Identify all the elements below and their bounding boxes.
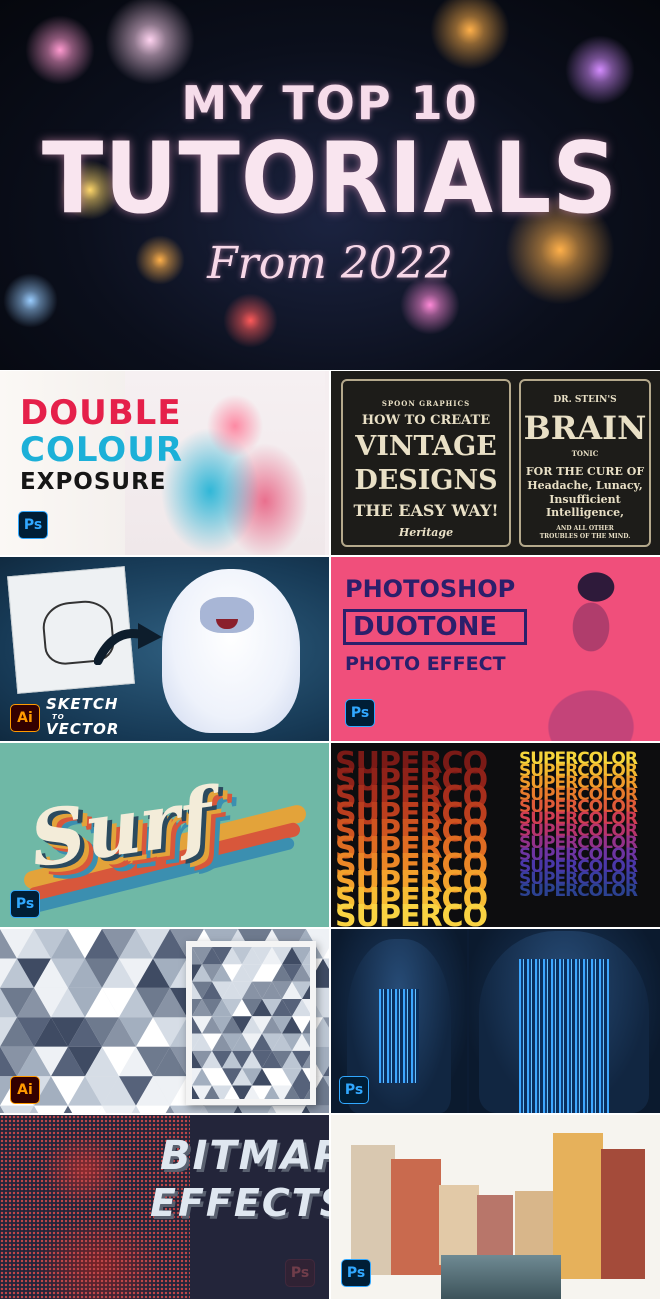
triangle-tile bbox=[170, 1105, 204, 1113]
drip-effect bbox=[519, 959, 609, 1113]
vintage-brand: SPOON GRAPHICS bbox=[381, 399, 471, 408]
hero-title-line2: TUTORIALS bbox=[41, 122, 619, 236]
tile-watercolour-venice[interactable]: Ps bbox=[331, 1115, 660, 1299]
framed-pattern bbox=[172, 941, 329, 1113]
vintage-poster-left: SPOON GRAPHICS HOW TO CREATE VINTAGE DES… bbox=[341, 379, 511, 547]
tile-title-line1: PHOTOSHOP bbox=[345, 575, 516, 603]
supercolor-line: SUPERCO bbox=[335, 899, 488, 928]
building bbox=[515, 1191, 555, 1263]
duotone-portrait bbox=[501, 557, 660, 741]
building bbox=[601, 1149, 645, 1279]
firework-burst bbox=[430, 0, 510, 70]
tile-duotone-effect[interactable]: PHOTOSHOP DUOTONE PHOTO EFFECT Ps bbox=[331, 557, 660, 741]
illustrator-icon: Ai bbox=[10, 1076, 40, 1104]
triangle-tile bbox=[102, 1105, 136, 1113]
building bbox=[439, 1185, 479, 1265]
tile-title-line2: DUOTONE bbox=[353, 612, 498, 642]
hooded-figure-right bbox=[469, 929, 660, 1113]
photoshop-icon: Ps bbox=[341, 1259, 371, 1287]
firework-burst bbox=[105, 0, 195, 85]
building bbox=[351, 1145, 395, 1275]
tile-supercolor-text[interactable]: SUPERCO SUPERCO SUPERCO SUPERCO SUPERCO SUPER… bbox=[331, 743, 660, 927]
photoshop-icon: Ps bbox=[18, 511, 48, 539]
triangle-tile bbox=[68, 1105, 102, 1113]
photoshop-icon: Ps bbox=[285, 1259, 315, 1287]
tonic-subtitle: TONIC bbox=[571, 449, 599, 458]
vintage-line2: VINTAGE bbox=[355, 431, 497, 462]
tonic-maker: DR. STEIN'S bbox=[553, 395, 617, 405]
vintage-line4: THE EASY WAY! bbox=[353, 501, 499, 520]
triangle-tile bbox=[136, 1105, 170, 1113]
tile-title-line3: EXPOSURE bbox=[20, 469, 167, 495]
hero-subtitle: From 2022 bbox=[207, 238, 453, 289]
tile-surf-retro-text[interactable]: Surf Ps bbox=[0, 743, 329, 927]
supercolor-line: SUPERCOLOR bbox=[519, 881, 638, 901]
tonic-body: FOR THE CURE OF Headache, Lunacy, Insuff… bbox=[525, 465, 645, 520]
tile-vintage-designs[interactable]: SPOON GRAPHICS HOW TO CREATE VINTAGE DES… bbox=[331, 371, 660, 555]
building bbox=[391, 1159, 441, 1275]
vector-yeti bbox=[162, 569, 300, 733]
tonic-footer: AND ALL OTHER TROUBLES OF THE MIND. bbox=[539, 525, 631, 540]
tile-glitch-drip-portrait[interactable]: Ps bbox=[331, 929, 660, 1113]
canal bbox=[441, 1255, 561, 1299]
photoshop-icon: Ps bbox=[345, 699, 375, 727]
tile-double-colour-exposure[interactable]: DOUBLE COLOUR EXPOSURE Ps bbox=[0, 371, 329, 555]
vintage-signature: Heritage bbox=[398, 526, 454, 539]
triangle-tile bbox=[34, 1105, 68, 1113]
triangle-tile bbox=[204, 1105, 238, 1113]
firework-burst bbox=[222, 292, 278, 348]
triangle-tile bbox=[272, 1105, 306, 1113]
photoshop-icon: Ps bbox=[339, 1076, 369, 1104]
hero-banner: MY TOP 10 TUTORIALS From 2022 bbox=[0, 0, 660, 370]
framed-triangle-pattern bbox=[172, 947, 329, 1113]
vintage-poster-right: DR. STEIN'S BRAIN TONIC FOR THE CURE OF … bbox=[519, 379, 651, 547]
vintage-line1: HOW TO CREATE bbox=[361, 413, 491, 428]
tile-title-line3: VECTOR bbox=[46, 720, 120, 738]
firework-burst bbox=[25, 15, 95, 85]
tile-bitmap-effects[interactable]: BITMAP EFFECTS Ps bbox=[0, 1115, 329, 1299]
triangle-tile bbox=[238, 1105, 272, 1113]
tile-title-line1: DOUBLE bbox=[20, 393, 182, 433]
tile-title-line2: EFFECTS bbox=[150, 1181, 329, 1225]
building bbox=[477, 1195, 513, 1263]
tile-triangle-pattern[interactable]: Ai bbox=[0, 929, 329, 1113]
tile-title-line2: COLOUR bbox=[20, 430, 184, 470]
tile-title-line1: BITMAP bbox=[160, 1133, 329, 1179]
tile-sketch-to-vector[interactable]: Ai SKETCH TO VECTOR bbox=[0, 557, 329, 741]
vintage-line3: DESIGNS bbox=[354, 465, 498, 496]
arrow-right-icon bbox=[94, 623, 162, 665]
tile-title-line1: SKETCH bbox=[46, 695, 119, 713]
tile-title-line3: PHOTO EFFECT bbox=[345, 653, 506, 675]
tonic-title: BRAIN bbox=[523, 409, 647, 447]
photoshop-icon: Ps bbox=[10, 890, 40, 918]
triangle-tile bbox=[0, 1105, 34, 1113]
illustrator-icon: Ai bbox=[10, 704, 40, 732]
drip-effect bbox=[379, 989, 419, 1083]
